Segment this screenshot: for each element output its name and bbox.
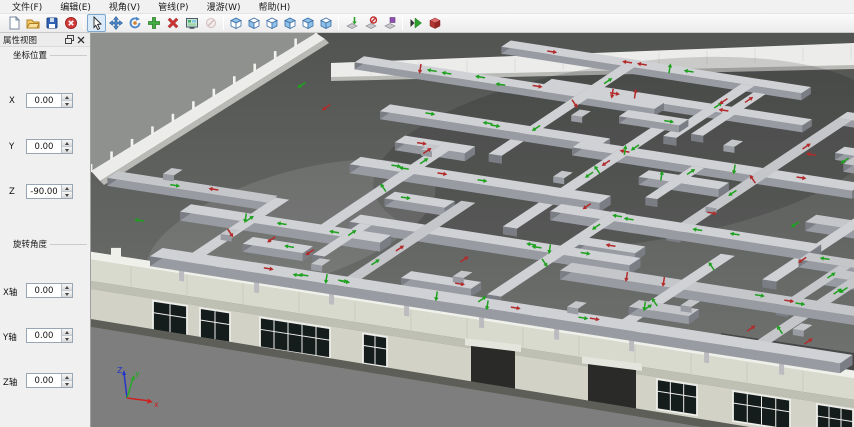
field-row-z: Z: [0, 184, 90, 199]
toolbar-group-file: [4, 13, 80, 33]
y-label: Y: [9, 142, 14, 152]
svg-text:Z: Z: [117, 366, 123, 375]
panel-float-icon[interactable]: [63, 34, 75, 46]
properties-panel: 属性视图 坐标位置 X Y: [0, 33, 91, 427]
x-position-down-button[interactable]: [62, 100, 72, 107]
x-position-spinbox: [26, 93, 73, 108]
close-file-icon[interactable]: [61, 14, 80, 32]
view-cube-top-icon[interactable]: [227, 14, 245, 32]
application-window: 文件(F) 编辑(E) 视角(V) 管线(P) 漫游(W) 帮助(H): [0, 0, 854, 427]
menu-file[interactable]: 文件(F): [3, 0, 51, 14]
z-label: Z: [9, 187, 15, 197]
z-position-input[interactable]: [27, 185, 61, 198]
toolbar-separator: [83, 16, 84, 30]
field-row-x: X: [0, 93, 90, 108]
toolbar-group-views: [227, 13, 335, 33]
open-file-icon[interactable]: [23, 14, 42, 32]
view-cube-front-icon[interactable]: [281, 14, 299, 32]
menu-bar: 文件(F) 编辑(E) 视角(V) 管线(P) 漫游(W) 帮助(H): [0, 0, 854, 13]
y-rotation-spinbox: [26, 328, 73, 343]
x-axis-label: X轴: [3, 286, 17, 298]
pipeline-layer-purple-icon[interactable]: [380, 14, 399, 32]
toolbar-group-walkthrough: [406, 13, 444, 33]
z-rotation-down-button[interactable]: [62, 380, 72, 387]
view-cube-iso-icon[interactable]: [317, 14, 335, 32]
main-area: 属性视图 坐标位置 X Y: [0, 33, 854, 427]
y-position-spinbox: [26, 139, 73, 154]
toolbar: [0, 13, 854, 33]
menu-walkthrough[interactable]: 漫游(W): [198, 0, 250, 14]
properties-panel-title: 属性视图: [3, 34, 63, 46]
pipeline-layer-red-icon[interactable]: [361, 14, 380, 32]
y-position-input[interactable]: [27, 140, 61, 153]
x-position-input[interactable]: [27, 94, 61, 107]
z-rotation-input[interactable]: [27, 374, 61, 387]
y-rotation-down-button[interactable]: [62, 335, 72, 342]
save-file-icon[interactable]: [42, 14, 61, 32]
toolbar-group-pipeline: [342, 13, 399, 33]
delete-object-icon[interactable]: [163, 14, 182, 32]
capture-view-icon[interactable]: [182, 14, 201, 32]
z-position-spinbox: [26, 184, 73, 199]
y-rotation-input[interactable]: [27, 329, 61, 342]
measure-disabled-icon[interactable]: [201, 14, 220, 32]
z-axis-label: Z轴: [3, 376, 17, 388]
x-rotation-input[interactable]: [27, 284, 61, 297]
pan-move-icon[interactable]: [106, 14, 125, 32]
toolbar-separator: [338, 16, 339, 30]
menu-edit[interactable]: 编辑(E): [51, 0, 100, 14]
y-position-down-button[interactable]: [62, 146, 72, 153]
svg-text:y: y: [135, 369, 140, 378]
new-file-icon[interactable]: [4, 14, 23, 32]
select-cursor-icon[interactable]: [87, 14, 106, 32]
viewport-3d[interactable]: Zy x: [91, 33, 854, 427]
pipeline-layer-green-icon[interactable]: [342, 14, 361, 32]
panel-close-icon[interactable]: [75, 34, 87, 46]
add-object-icon[interactable]: [144, 14, 163, 32]
scene-3d-render: Zy x: [91, 33, 854, 427]
menu-pipeline[interactable]: 管线(P): [149, 0, 197, 14]
view-cube-right-icon[interactable]: [263, 14, 281, 32]
group-rotation-angle: 旋转角度: [13, 238, 87, 250]
field-row-x-axis: X轴: [0, 283, 90, 298]
properties-panel-titlebar: 属性视图: [0, 33, 90, 47]
z-rotation-spinbox: [26, 373, 73, 388]
x-rotation-down-button[interactable]: [62, 290, 72, 297]
menu-help[interactable]: 帮助(H): [249, 0, 299, 14]
walkthrough-start-icon[interactable]: [406, 14, 425, 32]
toolbar-separator: [402, 16, 403, 30]
y-axis-label: Y轴: [3, 331, 17, 343]
view-cube-back-icon[interactable]: [299, 14, 317, 32]
x-label: X: [9, 96, 15, 106]
walkthrough-exit-icon[interactable]: [425, 14, 444, 32]
x-rotation-spinbox: [26, 283, 73, 298]
field-row-z-axis: Z轴: [0, 373, 90, 388]
menu-view[interactable]: 视角(V): [100, 0, 149, 14]
field-row-y-axis: Y轴: [0, 328, 90, 343]
view-cube-left-icon[interactable]: [245, 14, 263, 32]
svg-text:x: x: [154, 400, 159, 409]
toolbar-separator: [223, 16, 224, 30]
group-coordinate-position: 坐标位置: [13, 49, 87, 61]
field-row-y: Y: [0, 139, 90, 154]
toolbar-group-edit: [87, 13, 220, 33]
rotate-view-icon[interactable]: [125, 14, 144, 32]
z-position-down-button[interactable]: [62, 191, 72, 198]
